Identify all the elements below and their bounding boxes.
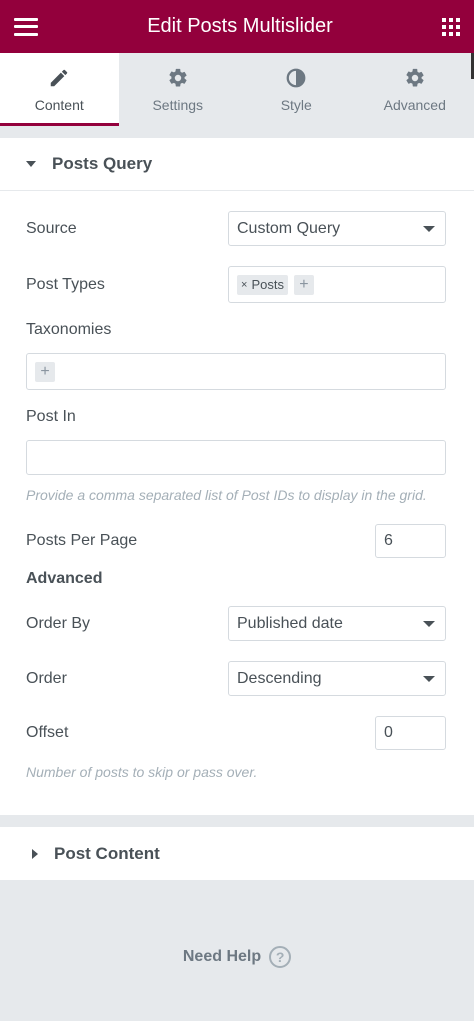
offset-row: Offset <box>26 716 446 750</box>
section-posts-query-toggle[interactable]: Posts Query <box>0 138 474 191</box>
posts-per-page-input[interactable] <box>375 524 446 558</box>
tab-content-label: Content <box>34 96 84 113</box>
offset-input[interactable] <box>375 716 446 750</box>
pencil-icon <box>51 69 68 86</box>
tab-advanced-label: Advanced <box>383 96 446 113</box>
header-title: Edit Posts Multislider <box>147 15 333 37</box>
need-help-label: Need Help <box>182 948 262 965</box>
taxonomies-label: Taxonomies <box>26 321 112 338</box>
order-by-label: Order By <box>26 614 91 632</box>
contrast-icon <box>286 68 306 87</box>
posts-per-page-label: Posts Per Page <box>26 532 138 549</box>
hamburger-menu-icon[interactable] <box>14 17 38 36</box>
need-help-link[interactable]: Need Help ? <box>0 946 474 968</box>
add-tag-icon[interactable]: + <box>35 361 55 382</box>
order-value: Descending <box>237 669 322 687</box>
source-value: Custom Query <box>237 219 341 237</box>
tag-posts: × Posts <box>237 274 288 295</box>
widgets-grid-icon[interactable] <box>442 17 460 36</box>
add-tag-icon[interactable]: + <box>293 274 314 295</box>
dropdown-arrow-icon <box>423 675 435 682</box>
order-label: Order <box>26 669 67 687</box>
gear-icon <box>406 68 424 86</box>
section-post-content-title: Post Content <box>54 843 160 863</box>
section-post-content-toggle[interactable]: Post Content <box>0 827 474 880</box>
caret-right-icon <box>32 848 38 859</box>
post-in-hint: Provide a comma separated list of Post I… <box>26 487 427 503</box>
post-types-row: Post Types × Posts + <box>26 266 446 303</box>
tab-content[interactable]: Content <box>0 53 119 126</box>
source-select[interactable]: Custom Query <box>228 211 446 246</box>
section-posts-query-title: Posts Query <box>52 154 153 173</box>
order-by-row: Order By Published date <box>26 606 446 641</box>
order-by-select[interactable]: Published date <box>228 606 446 641</box>
panel-header: Edit Posts Multislider <box>0 0 474 53</box>
dropdown-arrow-icon <box>423 620 435 627</box>
post-types-tag-input[interactable]: × Posts + <box>228 266 446 303</box>
order-row: Order Descending <box>26 661 446 696</box>
posts-per-page-row: Posts Per Page <box>26 524 446 558</box>
post-in-label: Post In <box>26 408 76 425</box>
editor-tabs: Content Settings Style Advanced <box>0 53 474 126</box>
caret-down-icon <box>26 161 36 167</box>
remove-tag-icon[interactable]: × <box>241 279 247 291</box>
tab-advanced[interactable]: Advanced <box>356 53 474 126</box>
posts-query-panel: Source Custom Query Post Types × Posts +… <box>0 191 474 815</box>
post-types-label: Post Types <box>26 275 105 293</box>
section-gap <box>0 815 474 827</box>
tab-style-label: Style <box>280 96 312 113</box>
offset-hint: Number of posts to skip or pass over. <box>26 764 258 780</box>
offset-label: Offset <box>26 724 69 741</box>
tab-settings-label: Settings <box>152 96 204 113</box>
order-by-value: Published date <box>237 614 343 632</box>
dropdown-arrow-icon <box>423 225 435 232</box>
gear-icon <box>169 68 187 86</box>
tag-label: Posts <box>251 277 284 292</box>
advanced-subheading: Advanced <box>26 570 103 587</box>
order-select[interactable]: Descending <box>228 661 446 696</box>
question-icon: ? <box>269 946 292 968</box>
source-row: Source Custom Query <box>26 211 446 246</box>
taxonomies-tag-input[interactable]: + <box>26 353 446 390</box>
tab-style[interactable]: Style <box>237 53 356 126</box>
post-in-input[interactable] <box>26 440 446 475</box>
tab-settings[interactable]: Settings <box>119 53 238 126</box>
source-label: Source <box>26 219 77 237</box>
